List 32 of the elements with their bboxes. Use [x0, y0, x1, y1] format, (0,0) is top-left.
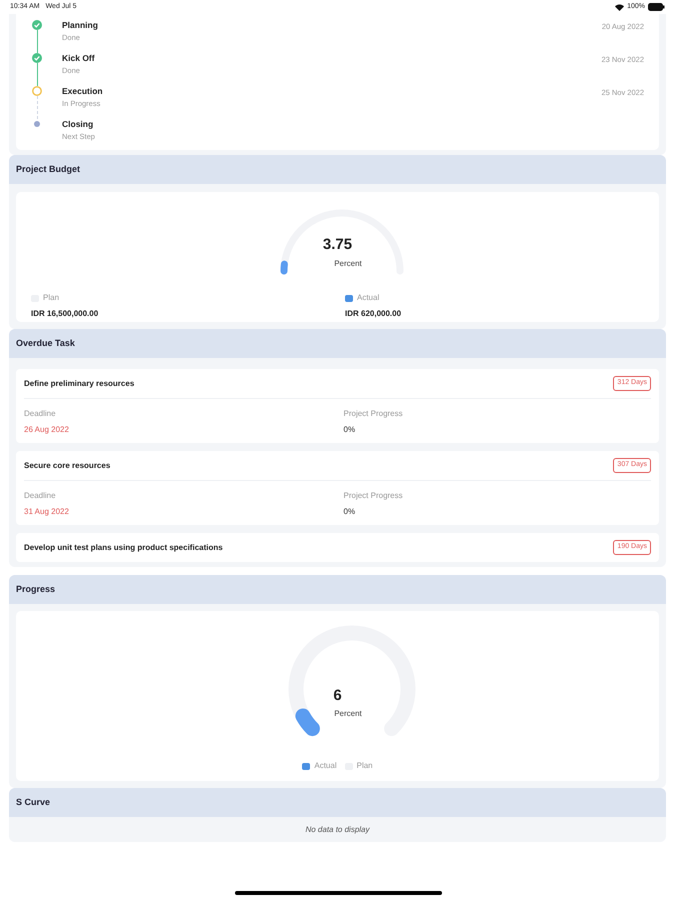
step-title: Kick Off: [62, 52, 96, 64]
legend-label: Plan: [356, 760, 373, 772]
empty-message: No data to display: [304, 824, 371, 836]
field-label: Project Progress: [344, 408, 404, 420]
step-title: Closing: [62, 118, 94, 130]
legend-label: Plan: [43, 292, 60, 304]
section-header: S Curve: [9, 788, 666, 817]
field-label: Deadline: [24, 408, 57, 420]
field-label: Project Progress: [344, 490, 404, 502]
task-name: Define preliminary resources: [24, 378, 134, 390]
task-name: Secure core resources: [24, 460, 110, 472]
progress-value: 0%: [344, 506, 356, 518]
section-header: Overdue Task: [9, 329, 666, 358]
section-header: Progress: [9, 575, 666, 604]
battery-icon: [648, 3, 665, 11]
gauge-value: 6: [332, 687, 343, 705]
task-name: Develop unit test plans using product specifications: [24, 542, 223, 554]
budget-amount: IDR 16,500,000.00: [31, 308, 98, 320]
gauge-unit: Percent: [333, 708, 363, 720]
legend-label: Actual: [314, 760, 337, 772]
progress-value: 0%: [344, 424, 356, 436]
section-header: Project Budget: [9, 155, 666, 184]
deadline-date: 31 Aug 2022: [24, 506, 70, 518]
wifi-icon: [615, 4, 624, 10]
legend-label: Actual: [357, 292, 380, 304]
step-title: Execution: [62, 85, 104, 97]
gauge-unit: Percent: [333, 258, 363, 270]
field-label: Deadline: [24, 490, 57, 502]
gauge-value: 3.75: [322, 236, 354, 254]
step-title: Planning: [62, 19, 99, 31]
deadline-date: 26 Aug 2022: [24, 424, 70, 436]
budget-amount: IDR 620,000.00: [345, 308, 402, 320]
